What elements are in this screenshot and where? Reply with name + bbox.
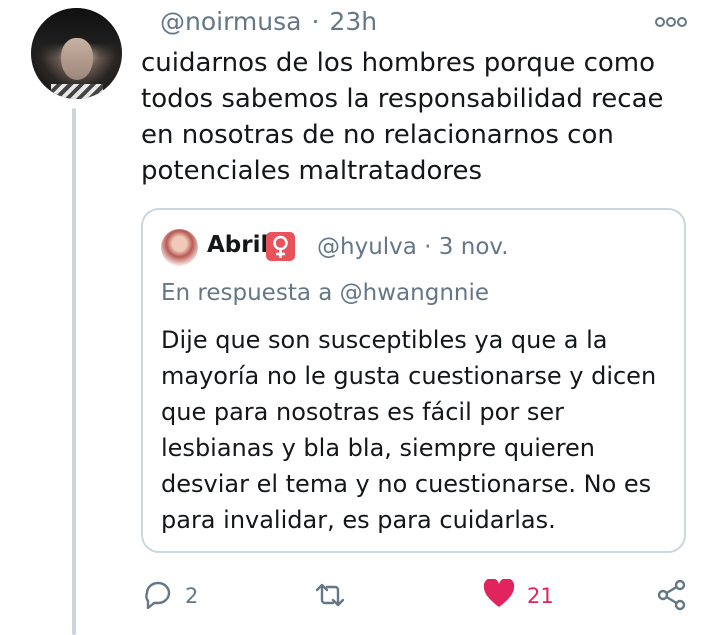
quoted-tweet-body: Dije que son susceptibles ya que a la ma… bbox=[161, 326, 657, 534]
reply-to-mention[interactable]: @hwangnnie bbox=[340, 280, 489, 306]
share-button[interactable] bbox=[656, 579, 688, 615]
venus-icon bbox=[266, 232, 295, 261]
share-icon bbox=[656, 579, 688, 615]
more-options-icon[interactable] bbox=[655, 14, 687, 33]
retweet-icon bbox=[313, 581, 347, 613]
tweet-time[interactable]: 23h bbox=[329, 7, 377, 36]
reply-count: 2 bbox=[185, 584, 199, 608]
quoted-handle-date: @hyulva · 3 nov. bbox=[317, 234, 509, 260]
reply-prefix: En respuesta a bbox=[161, 280, 333, 306]
reply-icon bbox=[143, 579, 173, 613]
author-avatar[interactable] bbox=[31, 8, 122, 99]
tweet-header: @noirmusa · 23h bbox=[160, 7, 377, 36]
thread-connector-line bbox=[72, 108, 76, 635]
quoted-author-avatar[interactable] bbox=[161, 229, 198, 266]
heart-icon bbox=[483, 578, 515, 613]
reply-button[interactable]: 2 bbox=[143, 579, 198, 613]
quoted-tweet-card[interactable]: Abril @hyulva · 3 nov. En respuesta a @h… bbox=[141, 208, 686, 553]
tweet-body: cuidarnos de los hombres porque como tod… bbox=[141, 48, 664, 186]
retweet-button[interactable] bbox=[313, 581, 347, 613]
tweet-action-bar: 2 21 bbox=[0, 575, 720, 615]
avatar-collar bbox=[51, 84, 103, 99]
avatar-face bbox=[61, 38, 93, 80]
like-button[interactable]: 21 bbox=[483, 578, 554, 613]
reply-context: En respuesta a @hwangnnie bbox=[161, 280, 489, 306]
separator-dot: · bbox=[311, 7, 320, 36]
author-handle[interactable]: @noirmusa bbox=[160, 7, 301, 36]
quoted-author-name[interactable]: Abril bbox=[207, 232, 268, 258]
like-count: 21 bbox=[527, 584, 554, 608]
